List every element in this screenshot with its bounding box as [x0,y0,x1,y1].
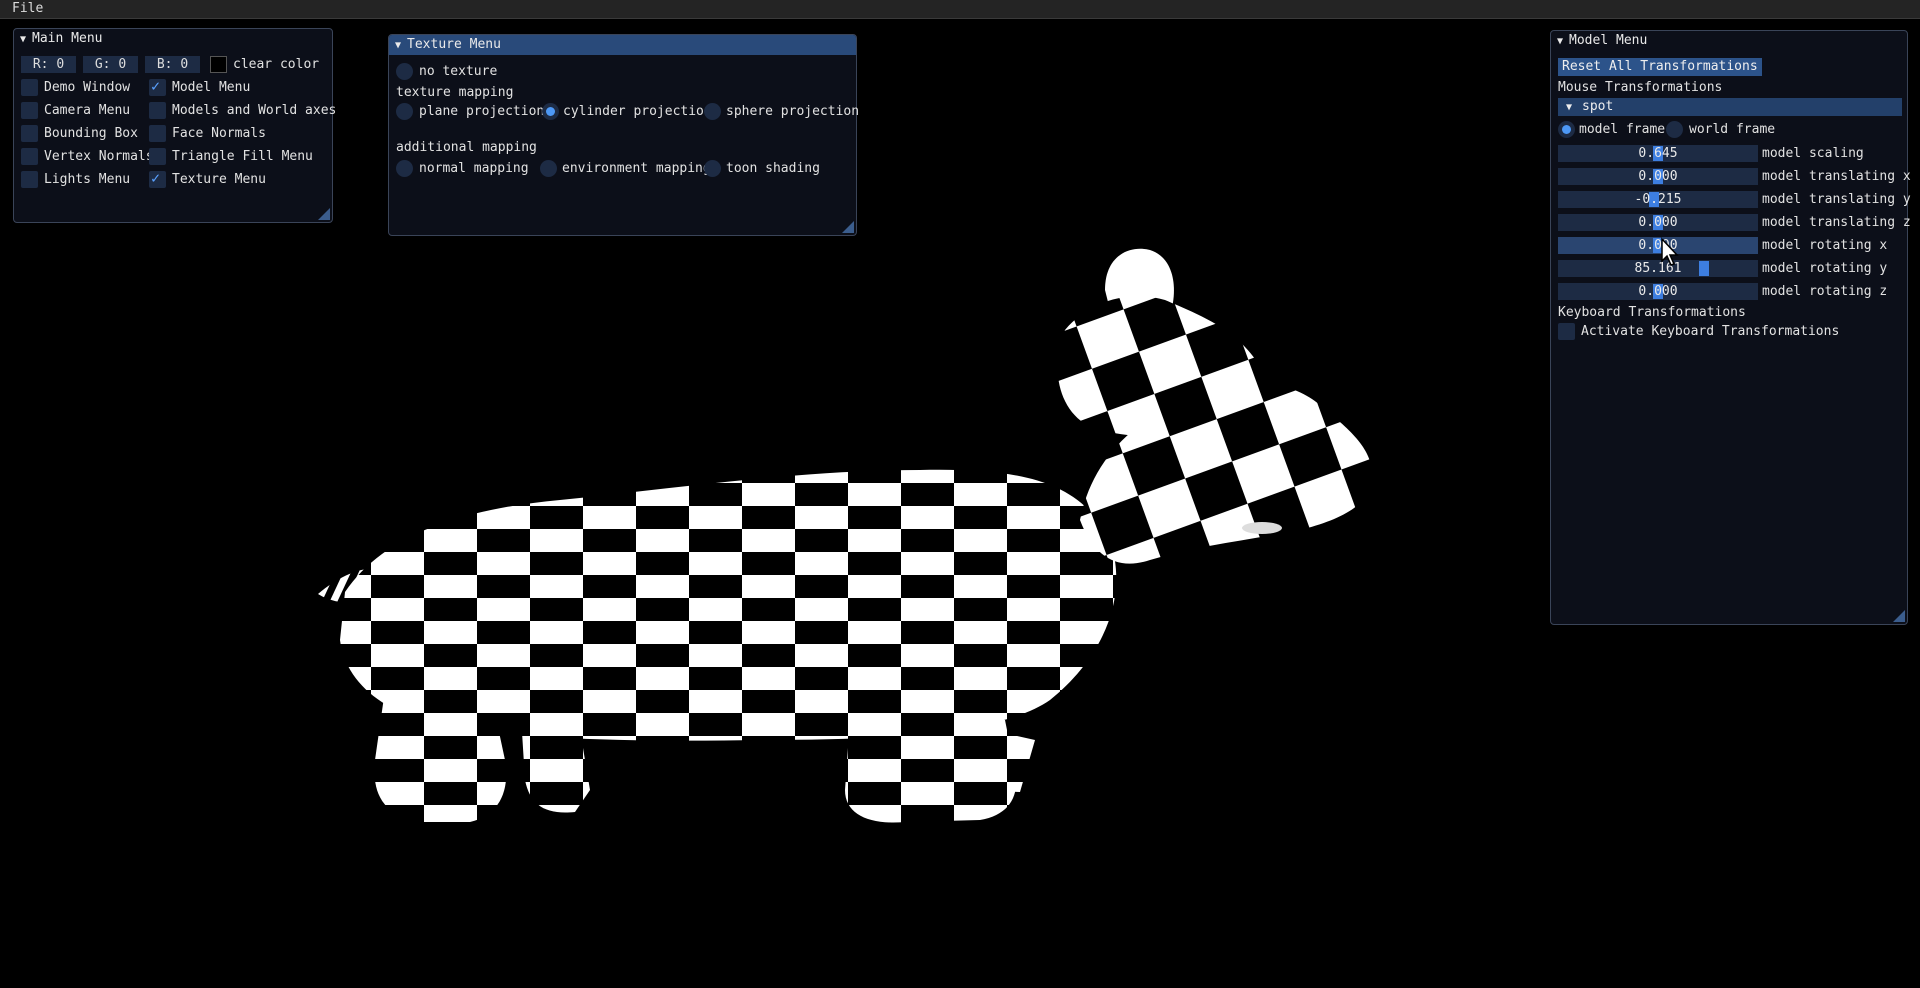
slider-value: -0.215 [1634,192,1682,207]
b-input[interactable]: B: 0 [145,56,200,73]
checkbox-triangle-fill-menu[interactable] [149,148,166,165]
model-menu-title-bar[interactable]: ▼ Model Menu [1551,31,1907,51]
label-models-world-axes: Models and World axes [172,103,337,118]
label-lights-menu: Lights Menu [44,172,131,187]
main-menu-title-bar[interactable]: ▼ Main Menu [14,29,332,49]
radio-normal-mapping[interactable] [396,160,413,177]
slider-value: 0.000 [1638,238,1678,253]
checkmark-icon: ✓ [151,169,161,187]
checkbox-activate-keyboard[interactable] [1558,323,1575,340]
label-bounding-box: Bounding Box [44,126,138,141]
clear-color-label: clear color [233,57,320,72]
label-triangle-fill-menu: Triangle Fill Menu [172,149,313,164]
checkbox-texture-menu[interactable]: ✓ [149,169,166,188]
radio-sphere-projection[interactable] [704,103,721,120]
label-vertex-normals: Vertex Normals [44,149,154,164]
slider-model-rotating-x[interactable]: 0.000 [1558,237,1758,254]
label-model-frame: model frame [1579,122,1666,137]
texture-menu-window: ▼ Texture Menu no texture texture mapping… [388,34,860,236]
slider-model-rotating-z[interactable]: 0.000 [1558,283,1758,300]
slider-model-rotating-y[interactable]: 85.161 [1558,260,1758,277]
main-menu-window: ▼ Main Menu R: 0 G: 0 B: 0 clear color De… [13,28,337,223]
texture-menu-title-bar[interactable]: ▼ Texture Menu [389,35,856,55]
checkbox-face-normals[interactable] [149,125,166,142]
radio-no-texture[interactable] [396,63,413,80]
label-activate-keyboard: Activate Keyboard Transformations [1581,324,1840,339]
label-normal-mapping: normal mapping [419,161,529,176]
label-face-normals: Face Normals [172,126,266,141]
checkbox-model-menu[interactable]: ✓ [149,77,166,96]
slider-model-translating-y[interactable]: -0.215 [1558,191,1758,208]
mouse-cursor-icon [1661,237,1679,266]
radio-environment-mapping[interactable] [540,160,557,177]
label-demo-window: Demo Window [44,80,131,95]
collapse-arrow-icon[interactable]: ▼ [1566,102,1572,113]
label-cylinder-projection: cylinder projection [563,104,712,119]
slider-label: model translating x [1762,169,1911,184]
label-texture-menu: Texture Menu [172,172,266,187]
label-no-texture: no texture [419,64,498,79]
slider-model-translating-z[interactable]: 0.000 [1558,214,1758,231]
model-collapsing-header[interactable]: ▼ spot [1558,98,1902,116]
label-model-menu: Model Menu [172,80,251,95]
checkbox-bounding-box[interactable] [21,125,38,142]
collapse-arrow-icon[interactable]: ▼ [1557,32,1563,52]
slider-value: 0.645 [1638,146,1678,161]
resize-grip[interactable] [318,208,330,220]
slider-label: model scaling [1762,146,1864,161]
texture-mapping-heading: texture mapping [396,85,514,100]
model-menu-window: ▼ Model Menu Reset All Transformations Mo… [1550,30,1911,625]
radio-plane-projection[interactable] [396,103,413,120]
slider-model-scaling[interactable]: 0.645 [1558,145,1758,162]
slider-label: model rotating y [1762,261,1888,276]
checkbox-models-world-axes[interactable] [149,102,166,119]
collapse-arrow-icon[interactable]: ▼ [395,36,401,56]
mouse-transformations-heading: Mouse Transformations [1558,80,1723,95]
slider-value: 0.000 [1638,284,1678,299]
clear-color-swatch[interactable] [210,56,227,73]
checkmark-icon: ✓ [151,77,161,95]
slider-model-translating-x[interactable]: 0.000 [1558,168,1758,185]
checkbox-camera-menu[interactable] [21,102,38,119]
slider-label: model translating y [1762,192,1911,207]
collapse-arrow-icon[interactable]: ▼ [20,30,26,50]
checkbox-lights-menu[interactable] [21,171,38,188]
checkbox-demo-window[interactable] [21,79,38,96]
checkbox-vertex-normals[interactable] [21,148,38,165]
r-input[interactable]: R: 0 [21,56,76,73]
radio-cylinder-projection[interactable] [542,103,559,120]
label-camera-menu: Camera Menu [44,103,131,118]
radio-world-frame[interactable] [1666,121,1683,138]
g-input[interactable]: G: 0 [83,56,138,73]
label-world-frame: world frame [1689,122,1776,137]
additional-mapping-heading: additional mapping [396,140,537,155]
radio-toon-shading[interactable] [704,160,721,177]
slider-value: 85.161 [1634,261,1682,276]
reset-all-transformations-button[interactable]: Reset All Transformations [1558,58,1762,76]
slider-label: model translating z [1762,215,1911,230]
resize-grip[interactable] [842,221,854,233]
label-plane-projection: plane projection [419,104,545,119]
label-environment-mapping: environment mapping [562,161,711,176]
slider-value: 0.000 [1638,169,1678,184]
cow-model [318,248,1373,823]
label-toon-shading: toon shading [726,161,820,176]
slider-value: 0.000 [1638,215,1678,230]
label-sphere-projection: sphere projection [726,104,860,119]
slider-label: model rotating z [1762,284,1888,299]
slider-label: model rotating x [1762,238,1888,253]
keyboard-transformations-heading: Keyboard Transformations [1558,305,1746,320]
radio-model-frame[interactable] [1558,121,1575,138]
resize-grip[interactable] [1893,610,1905,622]
